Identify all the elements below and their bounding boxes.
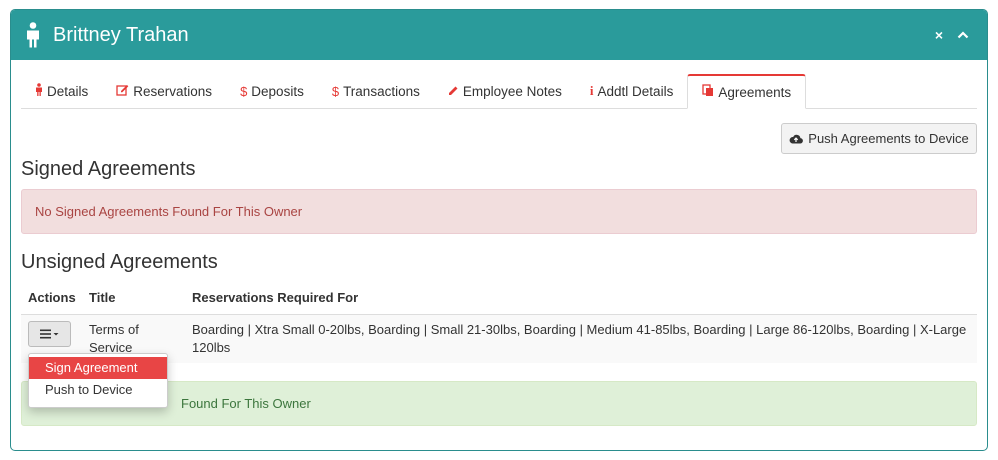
sign-agreement-menu-item[interactable]: Sign Agreement (29, 357, 167, 379)
tab-label: Transactions (343, 83, 420, 99)
menu-icon (39, 327, 60, 342)
col-actions: Actions (28, 290, 76, 305)
owner-panel: Brittney Trahan × Details Reservations $… (10, 9, 988, 451)
tab-addtl-details[interactable]: i Addtl Details (576, 74, 687, 108)
tab-details[interactable]: Details (21, 74, 102, 108)
owner-name: Brittney Trahan (53, 23, 189, 46)
push-agreements-button[interactable]: Push Agreements to Device (781, 123, 977, 154)
signed-empty-message: No Signed Agreements Found For This Owne… (35, 204, 303, 219)
tab-bar: Details Reservations $ Deposits $ Transa… (21, 74, 977, 109)
tab-transactions[interactable]: $ Transactions (318, 74, 434, 108)
collapse-icon[interactable] (957, 28, 969, 42)
dollar-icon: $ (331, 83, 340, 99)
person-icon (23, 21, 43, 49)
tab-reservations[interactable]: Reservations (102, 74, 226, 108)
person-icon (35, 83, 43, 99)
files-icon (702, 84, 714, 100)
tab-agreements[interactable]: Agreements (687, 74, 807, 109)
dollar-icon: $ (240, 83, 248, 99)
tab-deposits[interactable]: $ Deposits (226, 74, 318, 108)
col-title: Title (89, 290, 116, 305)
actions-menu-button[interactable] (28, 321, 71, 347)
col-reservations: Reservations Required For (192, 290, 359, 305)
tab-label: Reservations (133, 83, 213, 99)
tab-label: Deposits (251, 83, 304, 99)
tab-label: Details (47, 83, 89, 99)
unsigned-table-header: Actions Title Reservations Required For (21, 286, 977, 316)
agreement-reservations: Boarding | Xtra Small 0-20lbs, Boarding … (192, 322, 967, 355)
cloud-upload-icon (789, 133, 804, 144)
signed-agreements-heading: Signed Agreements (21, 158, 196, 180)
push-to-device-menu-item[interactable]: Push to Device (29, 379, 167, 401)
pencil-icon (448, 84, 459, 99)
edit-icon (116, 84, 129, 99)
tab-label: Addtl Details (597, 83, 674, 99)
tab-label: Agreements (718, 84, 792, 100)
tab-employee-notes[interactable]: Employee Notes (434, 74, 576, 108)
panel-header: Brittney Trahan × (11, 10, 987, 60)
signed-empty-alert: No Signed Agreements Found For This Owne… (21, 189, 977, 234)
close-icon[interactable]: × (935, 28, 943, 42)
actions-dropdown-menu: Sign Agreement Push to Device (28, 353, 168, 408)
unsigned-agreements-heading: Unsigned Agreements (21, 251, 218, 273)
tab-label: Employee Notes (462, 83, 562, 99)
push-button-label: Push Agreements to Device (808, 131, 969, 146)
info-icon: i (589, 83, 594, 98)
agreement-title: Terms of Service (89, 322, 139, 355)
